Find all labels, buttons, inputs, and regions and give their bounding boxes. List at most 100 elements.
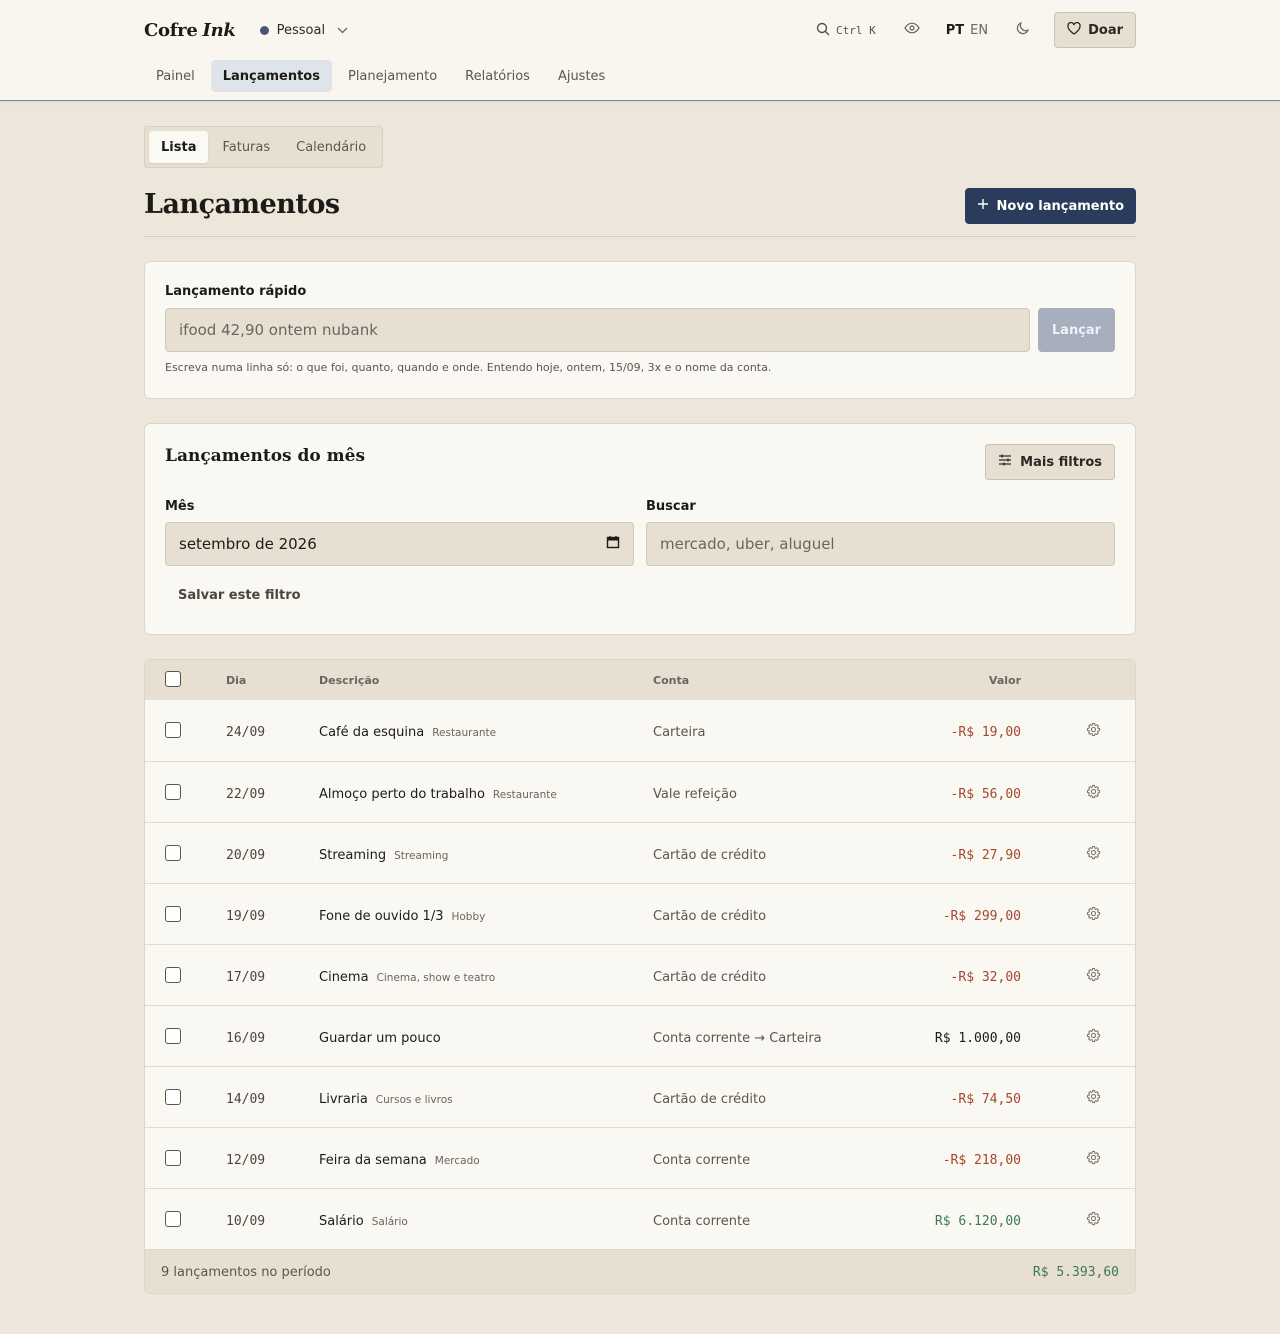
table-row[interactable]: 20/09 Streaming Streaming Cartão de crédito… <box>145 822 1135 883</box>
row-value: R$ 6.120,00 <box>934 1214 1021 1229</box>
row-account: Cartão de crédito <box>653 909 767 924</box>
gear-icon[interactable] <box>1086 967 1101 986</box>
row-checkbox[interactable] <box>165 967 181 983</box>
brand-logo[interactable]: Cofre Ink <box>144 20 236 41</box>
row-value: -R$ 19,00 <box>950 725 1021 740</box>
table-footer: 9 lançamentos no período R$ 5.393,60 <box>145 1249 1135 1293</box>
row-category: Hobby <box>451 911 486 923</box>
lang-en[interactable]: EN <box>970 23 988 38</box>
quick-entry-help: Escreva numa linha só: o que foi, quanto… <box>165 361 772 374</box>
row-checkbox[interactable] <box>165 1211 181 1227</box>
search-shortcut: Ctrl K <box>835 23 876 37</box>
profile-selector[interactable]: Pessoal <box>259 22 348 38</box>
month-picker[interactable]: setembro de 2026 <box>165 522 634 566</box>
search-input[interactable]: mercado, uber, aluguel <box>646 522 1115 566</box>
row-value: -R$ 27,90 <box>950 848 1021 863</box>
row-description: Cinema Cinema, show e teatro <box>319 970 495 985</box>
top-bar: Cofre Ink Pessoal Ctrl K PT EN Doar Pain… <box>0 0 1280 101</box>
view-tabs: Lista Faturas Calendário <box>144 126 384 168</box>
row-description-text: Café da esquina <box>319 725 425 740</box>
row-checkbox[interactable] <box>165 906 181 922</box>
search-placeholder: mercado, uber, aluguel <box>660 535 835 553</box>
chevron-down-icon <box>337 24 348 37</box>
gear-icon[interactable] <box>1086 1211 1101 1230</box>
row-checkbox[interactable] <box>165 1028 181 1044</box>
row-category: Cinema, show e teatro <box>376 972 496 984</box>
select-all-checkbox[interactable] <box>165 671 181 687</box>
row-checkbox[interactable] <box>165 1150 181 1166</box>
quick-entry-input[interactable]: ifood 42,90 ontem nubank <box>165 308 1030 352</box>
profile-dot-icon <box>259 25 269 35</box>
title-divider <box>144 236 1136 237</box>
table-row[interactable]: 17/09 Cinema Cinema, show e teatro Cartão d… <box>145 944 1135 1005</box>
row-description: Streaming Streaming <box>319 848 448 863</box>
privacy-toggle-button[interactable] <box>904 22 920 38</box>
gear-icon[interactable] <box>1086 784 1101 803</box>
new-entry-button[interactable]: Novo lançamento <box>964 188 1136 224</box>
quick-entry-label: Lançamento rápido <box>165 284 307 299</box>
theme-toggle-button[interactable] <box>1016 21 1030 39</box>
tab-lista[interactable]: Lista <box>149 131 209 163</box>
gear-icon[interactable] <box>1086 1028 1101 1047</box>
table-row[interactable]: 19/09 Fone de ouvido 1/3 Hobby Cartão de cr… <box>145 883 1135 944</box>
row-account: Cartão de crédito <box>653 1092 767 1107</box>
search-label: Buscar <box>646 499 696 514</box>
table-row[interactable]: 22/09 Almoço perto do trabalho Restaurante… <box>145 761 1135 822</box>
tab-faturas[interactable]: Faturas <box>210 131 282 163</box>
search-button[interactable]: Ctrl K <box>816 22 876 39</box>
row-account: Conta corrente <box>653 1153 751 1168</box>
row-account: Carteira <box>653 725 706 740</box>
col-value: Valor <box>988 674 1021 687</box>
row-checkbox[interactable] <box>165 784 181 800</box>
profile-name: Pessoal <box>276 22 326 38</box>
nav-ajustes[interactable]: Ajustes <box>546 60 617 92</box>
row-day: 14/09 <box>226 1092 266 1107</box>
nav-planejamento[interactable]: Planejamento <box>336 60 449 92</box>
nav-painel[interactable]: Painel <box>144 60 207 92</box>
heart-icon <box>1067 21 1081 39</box>
row-checkbox[interactable] <box>165 845 181 861</box>
row-description-text: Cinema <box>319 970 369 985</box>
row-account: Vale refeição <box>653 787 737 802</box>
table-row[interactable]: 10/09 Salário Salário Conta corrente R$ 6.12… <box>145 1188 1135 1249</box>
sliders-icon <box>998 454 1012 470</box>
language-switch: PT EN <box>946 23 988 38</box>
row-value: -R$ 32,00 <box>950 970 1021 985</box>
plus-icon <box>977 198 989 214</box>
row-description-text: Feira da semana <box>319 1153 427 1168</box>
calendar-icon[interactable] <box>606 535 620 553</box>
gear-icon[interactable] <box>1086 1089 1101 1108</box>
gear-icon[interactable] <box>1086 1150 1101 1169</box>
row-description-text: Streaming <box>319 848 387 863</box>
nav-lancamentos[interactable]: Lançamentos <box>210 60 332 92</box>
table-row[interactable]: 12/09 Feira da semana Mercado Conta corrent… <box>145 1127 1135 1188</box>
row-value: -R$ 56,00 <box>950 787 1021 802</box>
table-row[interactable]: 16/09 Guardar um pouco Conta corrente → Ca… <box>145 1005 1135 1066</box>
search-icon <box>816 22 830 39</box>
quick-entry-card: Lançamento rápido ifood 42,90 ontem nuba… <box>144 261 1136 399</box>
nav-relatorios[interactable]: Relatórios <box>453 60 542 92</box>
save-filter-button[interactable]: Salvar este filtro <box>178 588 301 603</box>
quick-entry-submit-button[interactable]: Lançar <box>1038 308 1115 352</box>
table-row[interactable]: 14/09 Livraria Cursos e livros Cartão de cr… <box>145 1066 1135 1127</box>
row-checkbox[interactable] <box>165 1089 181 1105</box>
page-title: Lançamentos <box>144 189 340 220</box>
row-description: Guardar um pouco <box>319 1031 449 1046</box>
row-description-text: Almoço perto do trabalho <box>319 787 485 802</box>
table-row[interactable]: 24/09 Café da esquina Restaurante Carteira -… <box>145 700 1135 761</box>
row-checkbox[interactable] <box>165 722 181 738</box>
gear-icon[interactable] <box>1086 722 1101 741</box>
row-account: Conta corrente <box>653 1214 751 1229</box>
tab-calendario[interactable]: Calendário <box>284 131 378 163</box>
gear-icon[interactable] <box>1086 906 1101 925</box>
row-category: Restaurante <box>432 727 497 739</box>
donate-button[interactable]: Doar <box>1054 12 1136 48</box>
main-nav: Painel Lançamentos Planejamento Relatóri… <box>144 60 617 92</box>
row-description: Almoço perto do trabalho Restaurante <box>319 787 557 802</box>
more-filters-label: Mais filtros <box>1020 454 1102 470</box>
gear-icon[interactable] <box>1086 845 1101 864</box>
more-filters-button[interactable]: Mais filtros <box>985 444 1115 480</box>
lang-pt[interactable]: PT <box>946 23 964 38</box>
entries-count: 9 lançamentos no período <box>161 1265 331 1280</box>
donate-label: Doar <box>1088 22 1123 38</box>
